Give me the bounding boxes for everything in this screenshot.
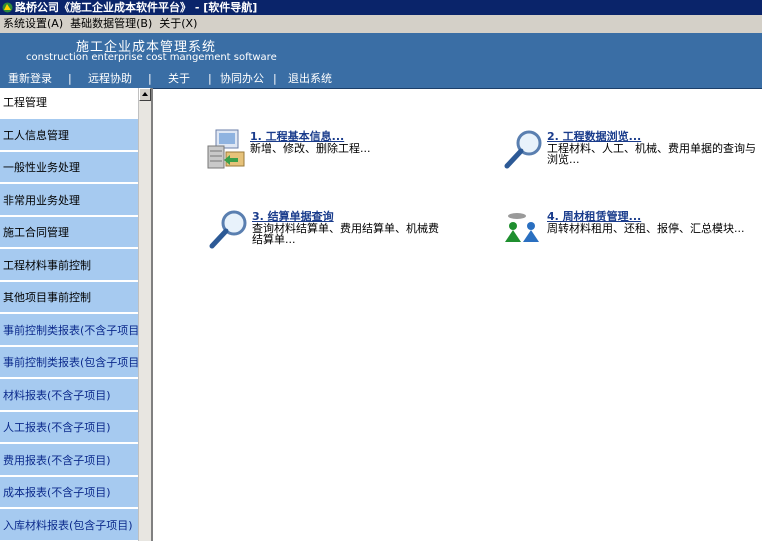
card-settlement-query[interactable]: 3. 结算单据查询 查询材料结算单、费用结算单、机械费 结算单... <box>208 208 448 254</box>
menu-base-data[interactable]: 基础数据管理(B) <box>67 17 156 30</box>
card-project-info[interactable]: 1. 工程基本信息... 新增、修改、删除工程... <box>206 128 446 172</box>
nav-relogin[interactable]: 重新登录 <box>8 70 52 87</box>
sidebar-item-other-precontrol[interactable]: 其他项目事前控制 <box>0 283 138 314</box>
card-description-line2: 结算单... <box>252 233 296 246</box>
card-turnover-lease[interactable]: 4. 周材租赁管理... 周转材料租用、还租、报停、汇总模块... <box>503 208 758 252</box>
sidebar-item-worker-info[interactable]: 工人信息管理 <box>0 121 138 152</box>
sidebar-item-precontrol-report-incl[interactable]: 事前控制类报表(包含子项目) <box>0 348 138 379</box>
nav-about[interactable]: 关于 <box>168 70 190 87</box>
card-project-data-browse[interactable]: 2. 工程数据浏览... 工程材料、人工、机械、费用单据的查询与 浏览... <box>503 128 758 172</box>
magnifier-icon <box>504 130 542 169</box>
sidebar-item-precontrol-report-excl[interactable]: 事前控制类报表(不含子项目) <box>0 316 138 347</box>
window-titlebar: 路桥公司《施工企业成本软件平台》 - [软件导航] <box>0 0 762 15</box>
sidebar-item-inbound-material-report[interactable]: 入库材料报表(包含子项目) <box>0 511 138 541</box>
menubar: 系统设置(A) 基础数据管理(B) 关于(X) <box>0 15 762 33</box>
sidebar-item-general-business[interactable]: 一般性业务处理 <box>0 153 138 184</box>
nav-separator: | <box>148 72 152 85</box>
sidebar: 工程管理 工人信息管理 一般性业务处理 非常用业务处理 施工合同管理 工程材料事… <box>0 88 138 541</box>
sidebar-item-cost-report[interactable]: 成本报表(不含子项目) <box>0 478 138 509</box>
sidebar-item-labor-report[interactable]: 人工报表(不含子项目) <box>0 413 138 444</box>
nav-collaboration[interactable]: 协同办公 <box>220 70 264 87</box>
card-description: 新增、修改、删除工程... <box>250 142 371 155</box>
sidebar-item-uncommon-business[interactable]: 非常用业务处理 <box>0 186 138 217</box>
users-network-icon <box>505 213 539 242</box>
database-monitor-icon <box>207 129 245 169</box>
sidebar-item-material-precontrol[interactable]: 工程材料事前控制 <box>0 251 138 282</box>
nav-separator: | <box>273 72 277 85</box>
sidebar-item-project-management[interactable]: 工程管理 <box>0 88 138 119</box>
nav-remote-assist[interactable]: 远程协助 <box>88 70 132 87</box>
app-logo-icon <box>2 2 13 13</box>
nav-separator: | <box>208 72 212 85</box>
nav-exit[interactable]: 退出系统 <box>288 70 332 87</box>
sidebar-scrollbar[interactable] <box>138 88 151 541</box>
sidebar-item-contract-management[interactable]: 施工合同管理 <box>0 218 138 249</box>
menu-system-settings[interactable]: 系统设置(A) <box>0 17 67 30</box>
scroll-up-button[interactable] <box>139 88 151 101</box>
card-description: 周转材料租用、还租、报停、汇总模块... <box>547 222 745 235</box>
banner-subtitle: construction enterprise cost mangement s… <box>26 52 277 63</box>
app-banner: 施工企业成本管理系统 construction enterprise cost … <box>0 33 762 69</box>
sidebar-item-expense-report[interactable]: 费用报表(不含子项目) <box>0 446 138 477</box>
menu-about[interactable]: 关于(X) <box>156 17 201 30</box>
sidebar-item-material-report[interactable]: 材料报表(不含子项目) <box>0 381 138 412</box>
magnifier-icon <box>209 210 247 249</box>
pane-divider <box>151 88 153 541</box>
card-description-line2: 浏览... <box>547 153 580 166</box>
window-title: 路桥公司《施工企业成本软件平台》 - [软件导航] <box>15 1 258 14</box>
top-navbar: 重新登录 | 远程协助 | 关于 | 协同办公 | 退出系统 <box>0 69 762 89</box>
nav-separator: | <box>68 72 72 85</box>
